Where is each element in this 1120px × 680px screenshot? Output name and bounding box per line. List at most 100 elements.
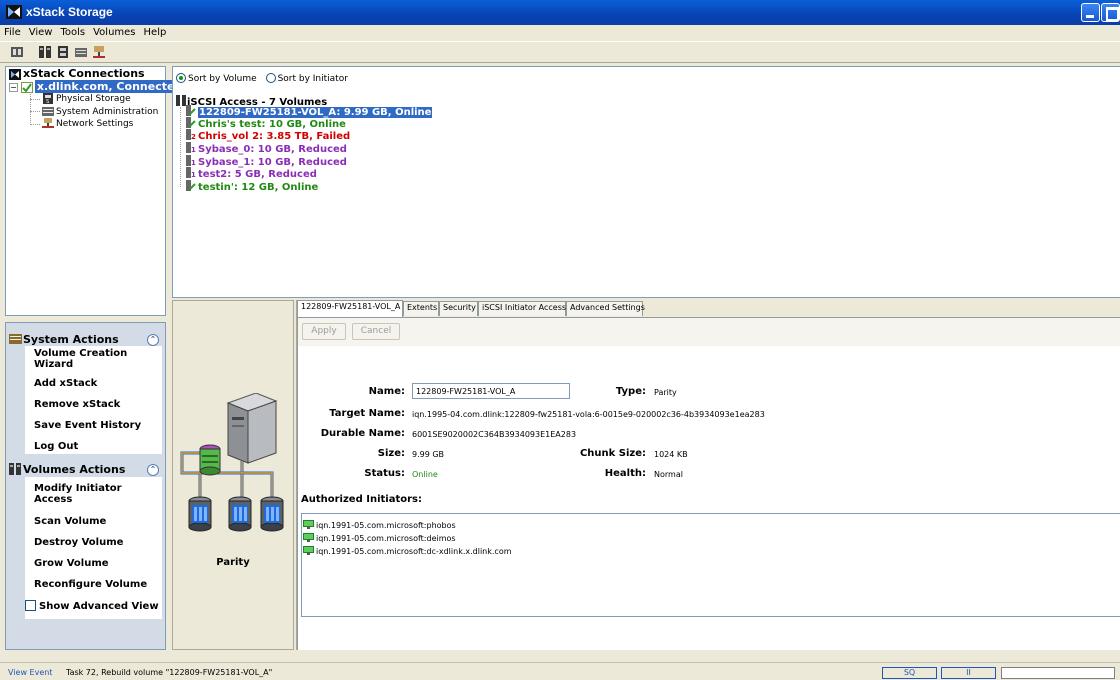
destroy-volume-link[interactable]: Destroy Volume (34, 537, 123, 548)
sort-by-initiator-radio[interactable]: Sort by Initiator (265, 73, 348, 84)
volumes-actions-header[interactable]: Volumes Actions ⌃ (9, 463, 161, 478)
tab-security[interactable]: Security (439, 301, 478, 316)
remove-xstack-link[interactable]: Remove xStack (34, 399, 120, 410)
initiator-item[interactable]: iqn.1991-05.com.microsoft:phobos (303, 520, 456, 530)
monitor-icon (303, 546, 314, 555)
minimize-button[interactable] (1081, 3, 1100, 22)
maximize-button[interactable] (1101, 3, 1120, 22)
size-label: Size: (377, 448, 405, 459)
apply-button[interactable]: Apply (302, 323, 346, 340)
reconfigure-volume-link[interactable]: Reconfigure Volume (34, 579, 147, 590)
volume-item[interactable]: 1 Sybase_1: 10 GB, Reduced (185, 155, 347, 168)
connected-check-icon (20, 82, 33, 93)
tab-advanced-settings[interactable]: Advanced Settings (566, 301, 645, 316)
type-value: Parity (654, 388, 677, 397)
server-icon[interactable] (74, 45, 88, 59)
checkbox-box[interactable] (25, 600, 36, 611)
tree-root-xstack-connections[interactable]: xStack Connections (9, 67, 145, 80)
tab-volume-name[interactable]: 122809-FW25181-VOL_A (297, 300, 403, 317)
initiator-label: iqn.1991-05.com.microsoft:dc-xdlink.x.dl… (316, 547, 512, 556)
svg-text:1: 1 (191, 146, 196, 153)
tree-item-physical-storage[interactable]: S Physical Storage (42, 93, 131, 105)
log-out-link[interactable]: Log Out (34, 441, 78, 452)
collapse-chevron-icon[interactable]: ⌃ (147, 334, 159, 346)
network-icon[interactable] (92, 45, 106, 59)
volume-label: test2: 5 GB, Reduced (198, 169, 317, 180)
storage-icon[interactable] (10, 45, 24, 59)
toolbar (0, 42, 1120, 63)
svg-text:2: 2 (191, 133, 196, 140)
target-name-value: iqn.1995-04.com.dlink:122809-fw25181-vol… (412, 410, 765, 419)
authorized-initiators-label: Authorized Initiators: (301, 494, 422, 505)
show-advanced-view-checkbox[interactable]: Show Advanced View (25, 600, 159, 612)
volume-name-field[interactable] (412, 383, 570, 399)
volume-online-icon (185, 105, 196, 116)
tree-connector (30, 92, 31, 125)
svg-text:1: 1 (191, 171, 196, 178)
initiator-item[interactable]: iqn.1991-05.com.microsoft:dc-xdlink.x.dl… (303, 546, 512, 556)
health-value: Normal (654, 470, 683, 479)
collapse-toggle-icon[interactable]: − (9, 83, 18, 92)
svg-text:S: S (46, 99, 49, 104)
tree-connector (30, 111, 40, 112)
physical-disk-icon: S (42, 93, 54, 105)
xstack-logo-icon (6, 5, 22, 19)
volume-item[interactable]: 1 test2: 5 GB, Reduced (185, 167, 317, 180)
xstack-logo-icon (9, 68, 21, 80)
menu-bar: File View Tools Volumes Help (0, 25, 1120, 42)
view-event-link[interactable]: View Event (8, 668, 52, 677)
server-admin-icon (42, 106, 54, 117)
target-name-label: Target Name: (329, 408, 405, 419)
type-label: Type: (615, 386, 646, 397)
status-bar: View Event Task 72, Rebuild volume "1228… (0, 662, 1120, 680)
menu-help[interactable]: Help (140, 25, 171, 38)
parity-storage-illustration (172, 392, 294, 543)
save-event-history-link[interactable]: Save Event History (34, 420, 141, 431)
status-label: Status: (364, 468, 405, 479)
status-indicator-ii[interactable]: II (941, 667, 996, 679)
raid-type-label: Parity (216, 557, 250, 568)
chunk-size-value: 1024 KB (654, 450, 688, 459)
volume-creation-wizard-label: Volume Creation Wizard (34, 348, 128, 370)
tree-connection-xdlink[interactable]: − x.dlink.com, Connected (9, 80, 185, 93)
volume-item[interactable]: 122809-FW25181-VOL_A: 9.99 GB, Online (185, 105, 433, 118)
tree-item-network-settings[interactable]: Network Settings (42, 118, 133, 129)
collapse-chevron-icon[interactable]: ⌃ (147, 464, 159, 476)
status-indicator-sq[interactable]: SQ (882, 667, 937, 679)
cancel-button[interactable]: Cancel (352, 323, 400, 340)
initiator-item[interactable]: iqn.1991-05.com.microsoft:deimos (303, 533, 456, 543)
radio-selected-icon[interactable] (176, 73, 186, 83)
sort-by-volume-radio[interactable]: Sort by Volume (176, 73, 257, 84)
durable-name-label: Durable Name: (320, 428, 405, 439)
menu-tools[interactable]: Tools (56, 25, 89, 38)
physical-disk-icon[interactable] (56, 45, 70, 59)
radio-unselected-icon[interactable] (265, 73, 276, 83)
tree-connector (30, 99, 40, 100)
menu-view[interactable]: View (25, 25, 57, 38)
add-xstack-link[interactable]: Add xStack (34, 378, 97, 389)
volume-item[interactable]: 1 Sybase_0: 10 GB, Reduced (185, 142, 347, 155)
volume-reduced-icon: 1 (185, 142, 196, 154)
modify-initiator-access-label: Modify Initiator Access (34, 483, 122, 505)
tree-item-system-administration[interactable]: System Administration (42, 106, 158, 117)
initiator-label: iqn.1991-05.com.microsoft:phobos (316, 521, 456, 530)
volume-label: Sybase_0: 10 GB, Reduced (198, 144, 347, 155)
volume-item[interactable]: Chris's test: 10 GB, Online (185, 117, 346, 130)
volumes-icon (9, 463, 22, 475)
grow-volume-link[interactable]: Grow Volume (34, 558, 109, 569)
title-bar: xStack Storage (0, 0, 1120, 25)
tab-extents[interactable]: Extents (403, 301, 439, 316)
sort-by-volume-label: Sort by Volume (188, 74, 257, 84)
menu-volumes[interactable]: Volumes (89, 25, 139, 38)
parity-diagram-icon (180, 392, 284, 532)
tab-iscsi-initiator-access[interactable]: iSCSI Initiator Access (478, 301, 566, 316)
modify-initiator-access-link[interactable]: Modify Initiator Access (34, 483, 122, 505)
volume-creation-wizard-link[interactable]: Volume Creation Wizard (34, 348, 127, 370)
sort-options: Sort by Volume Sort by Initiator (176, 73, 348, 84)
scan-volume-link[interactable]: Scan Volume (34, 516, 106, 527)
volume-item[interactable]: 2 Chris_vol 2: 3.85 TB, Failed (185, 129, 350, 142)
volumes-icon[interactable] (38, 45, 52, 59)
tree-connector (180, 107, 181, 187)
menu-file[interactable]: File (0, 25, 25, 38)
volume-item[interactable]: testin': 12 GB, Online (185, 180, 318, 193)
